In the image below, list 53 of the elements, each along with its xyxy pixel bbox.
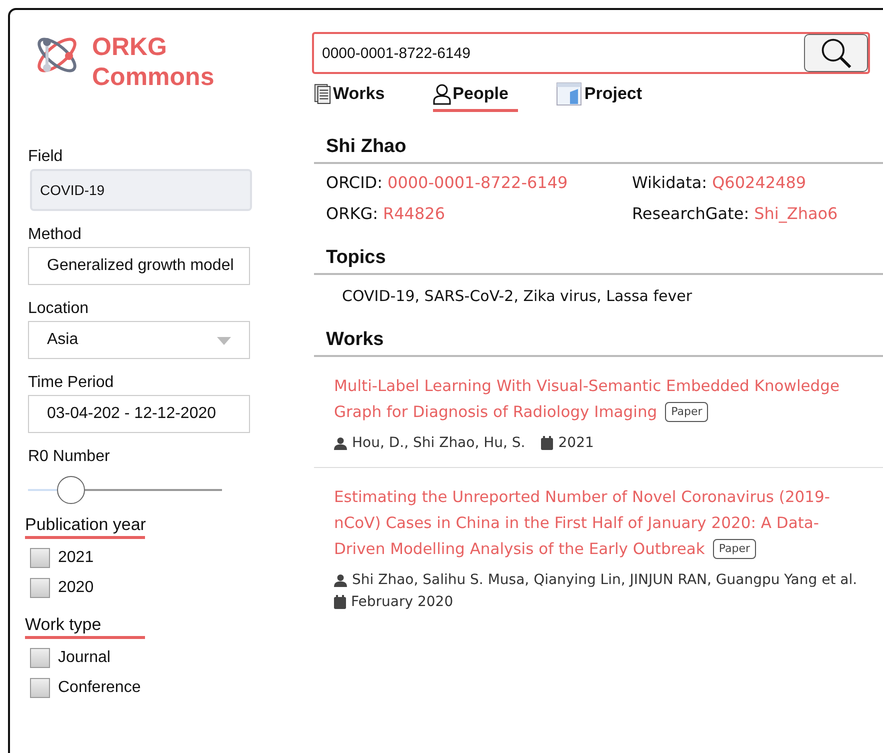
group-heading: Publication year (25, 515, 145, 539)
checkbox[interactable] (30, 548, 50, 568)
person-icon (334, 574, 347, 586)
slider-thumb[interactable] (56, 476, 85, 504)
select-field[interactable]: Generalized growth model (28, 247, 250, 285)
id-label: ORCID: (326, 173, 383, 192)
search-button[interactable] (804, 34, 868, 72)
section-heading: Works (314, 329, 883, 357)
id-label: ORKG: (326, 204, 378, 223)
select-field[interactable]: 03-04-202 - 12-12-2020 (28, 395, 250, 433)
work-authors: Hou, D., Shi Zhao, Hu, S. (352, 435, 526, 451)
search-field[interactable]: 0000-0001-8722-6149 (314, 34, 804, 72)
work-title-link[interactable]: Estimating the Unreported Number of Novel Coronavirus (2019-nCoV) Cases in China in the First Half of January 2020: A Data-Driven Modelling Analysis of the Early Outbreak Paper (334, 484, 864, 562)
filter-label: Method (28, 226, 82, 244)
tab[interactable]: People (432, 80, 518, 112)
person-name: Shi Zhao (314, 136, 883, 164)
checkbox-label: 2021 (58, 549, 94, 567)
section-heading: Topics (314, 247, 883, 275)
work-date: 2021 (558, 435, 594, 451)
tab[interactable]: Project (556, 80, 652, 112)
search-bar[interactable]: 0000-0001-8722-6149 (312, 32, 870, 74)
checkbox[interactable] (30, 648, 50, 668)
group-heading: Work type (25, 615, 145, 639)
calendar-icon (541, 436, 554, 450)
search-icon (819, 36, 853, 70)
field-input[interactable]: COVID-19 (30, 169, 252, 211)
person-icon (334, 436, 347, 450)
dropdown-field[interactable]: Asia (28, 321, 250, 359)
checkbox[interactable] (30, 578, 50, 598)
checkbox[interactable] (30, 678, 50, 698)
filter-label: Location (28, 300, 90, 318)
filter-label: Time Period (28, 374, 115, 392)
person-icon (432, 83, 451, 105)
folder-icon (556, 82, 582, 106)
checkbox-label: Conference (58, 679, 141, 697)
paper-tag: Paper (712, 539, 756, 559)
tab[interactable]: Works (314, 80, 395, 112)
logo-title: ORKG (92, 32, 168, 62)
logo-subtitle: Commons (92, 62, 214, 92)
calendar-icon (334, 595, 346, 609)
checkbox-label: 2020 (58, 579, 94, 597)
work-date: February 2020 (351, 594, 454, 610)
id-label: Wikidata: (632, 173, 708, 192)
checkbox-label: Journal (58, 649, 110, 667)
id-label: ResearchGate: (632, 204, 750, 223)
filter-label: R0 Number (28, 448, 111, 466)
filter-label: Field (28, 148, 64, 166)
document-icon (314, 83, 331, 105)
caret-icon (217, 337, 231, 345)
topics-text: COVID-19, SARS-CoV-2, Zika virus, Lassa fever (342, 287, 694, 305)
paper-tag: Paper (665, 402, 708, 422)
work-authors: Shi Zhao, Salihu S. Musa, Qianying Lin, JINJUN RAN, Guangpu Yang et al. (352, 572, 858, 588)
work-title-link[interactable]: Multi-Label Learning With Visual-Semantic Embedded Knowledge Graph for Diagnosis of Radiology Imaging Paper (334, 373, 864, 425)
